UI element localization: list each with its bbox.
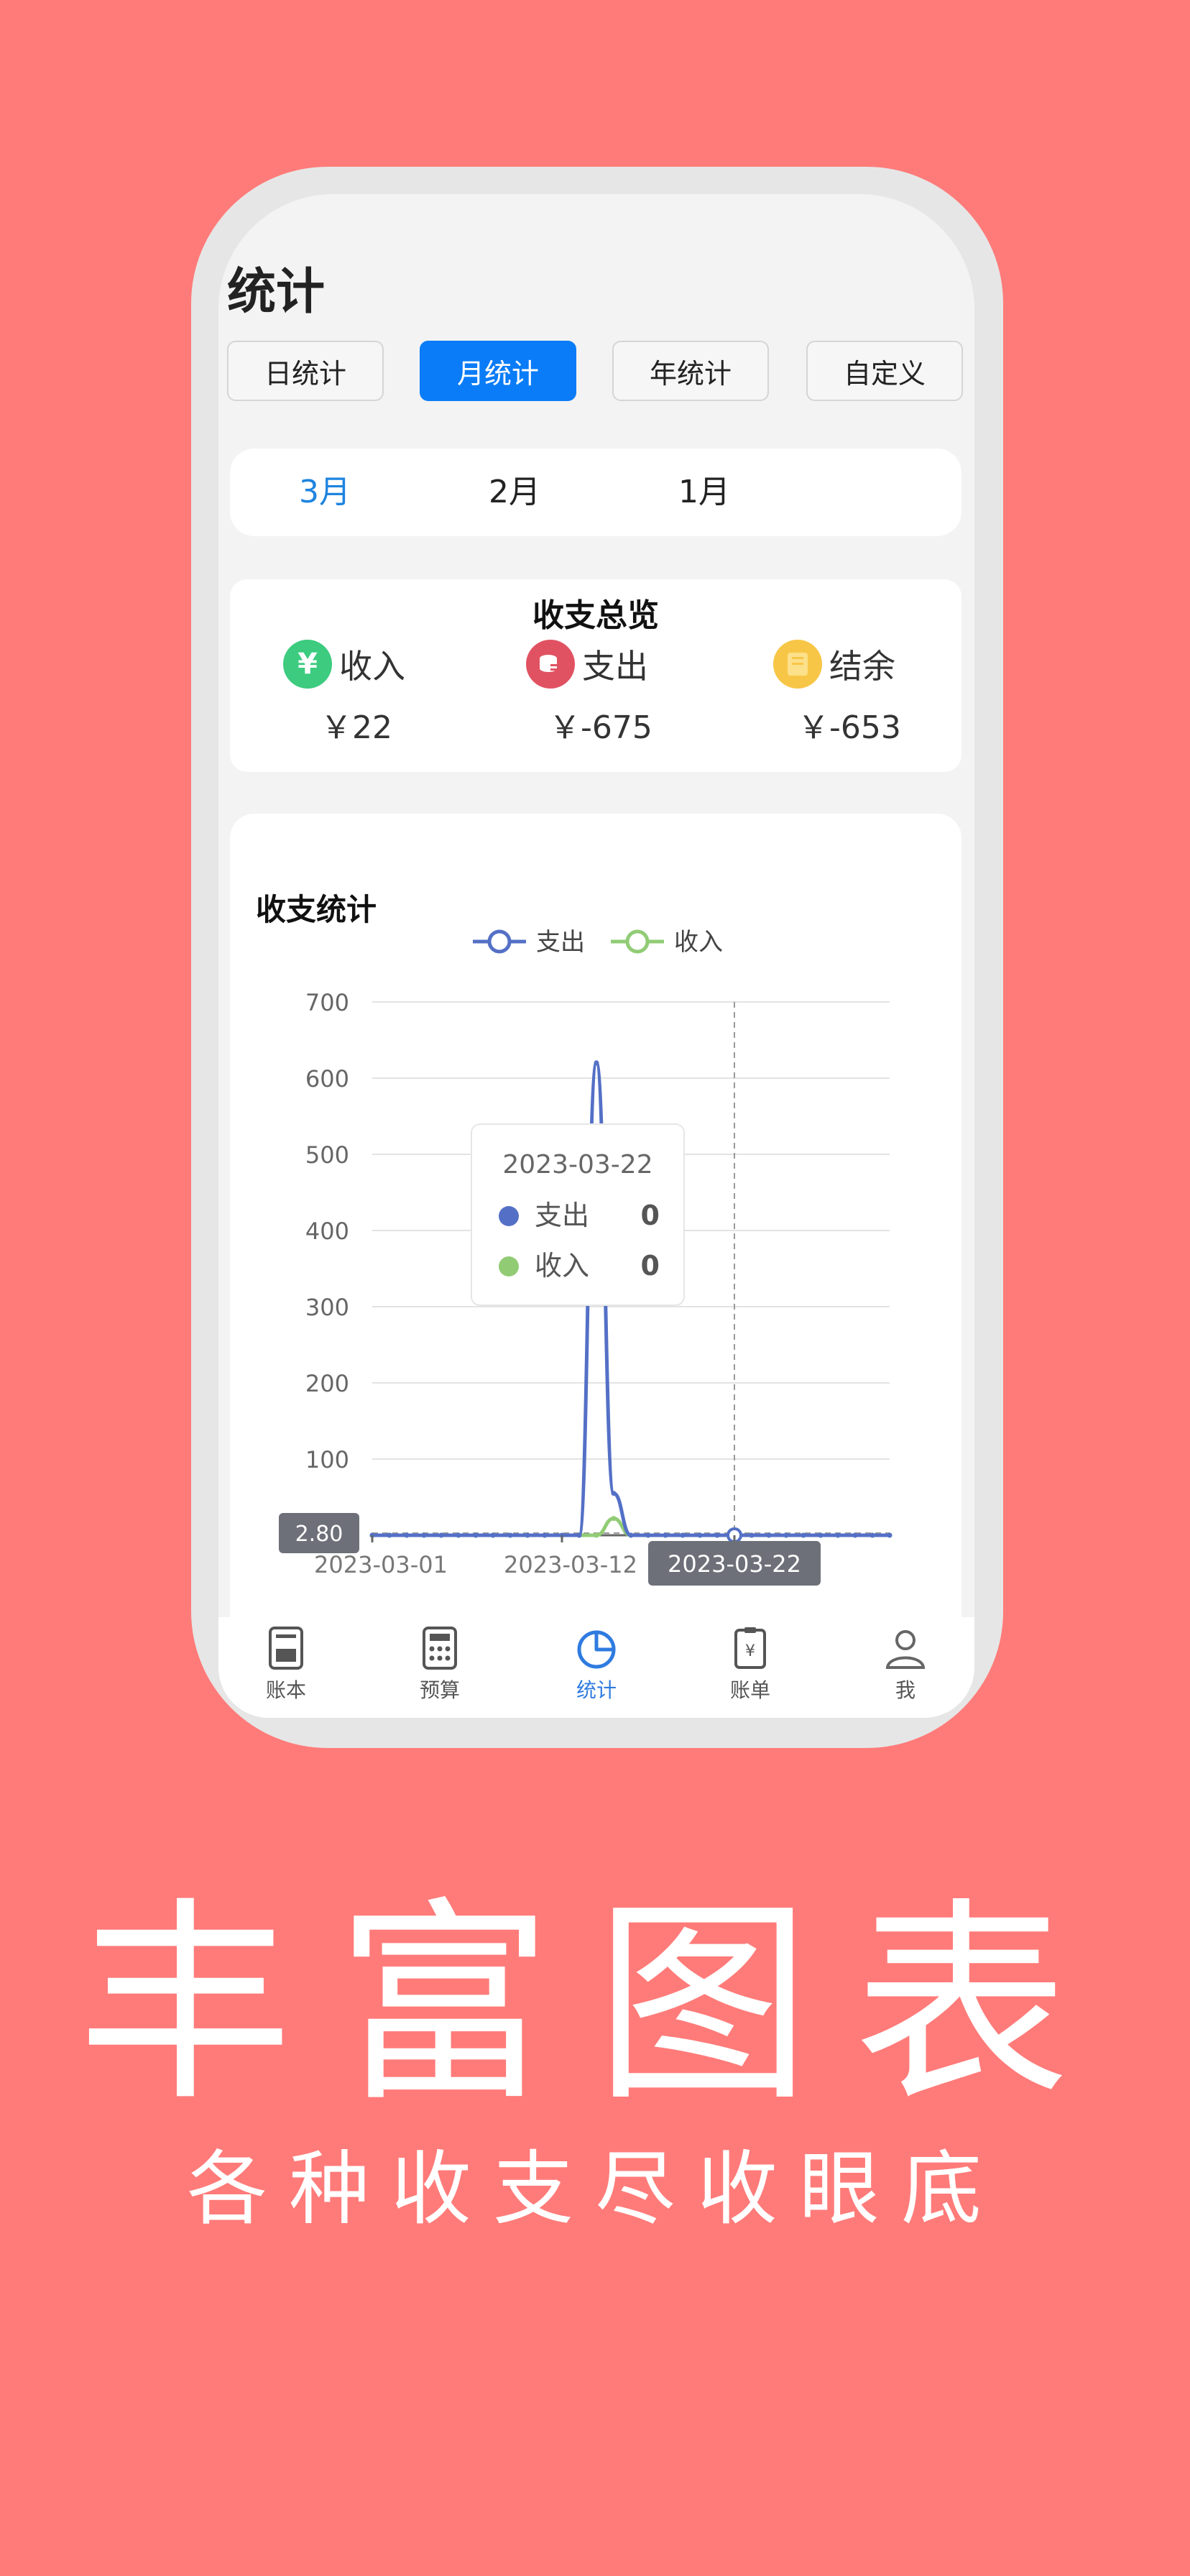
page-title: 统计 (227, 264, 326, 321)
user-icon (885, 1630, 926, 1669)
data-point[interactable] (490, 1532, 496, 1538)
chart-card: 收支统计 支出 收入 100 200 300 400 500 600 700 2023-03-01… (230, 814, 961, 1647)
ledger-icon (269, 1627, 303, 1670)
data-point[interactable] (421, 1532, 427, 1538)
tooltip-series-name: 收入 (535, 1250, 589, 1282)
data-point[interactable] (801, 1532, 806, 1538)
expense-summary: 支出 (526, 640, 648, 689)
data-point[interactable] (628, 1532, 634, 1538)
x-tick-label: 2023-03-01 (314, 1551, 448, 1578)
overview-card: 收支总览 ¥ 收入 ￥22 支出 ￥-675 结余 ￥-653 (230, 579, 961, 772)
balance-value: ￥-653 (798, 709, 901, 746)
wallet-icon (773, 640, 822, 689)
data-point[interactable] (835, 1532, 841, 1538)
tooltip-series-value: 0 (641, 1250, 660, 1282)
x-pointer-label: 2023-03-22 (668, 1550, 801, 1578)
data-point[interactable] (594, 1060, 599, 1066)
tooltip-series-value: 0 (641, 1200, 660, 1231)
month-item-march[interactable]: 3月 (299, 466, 351, 512)
coins-icon (526, 640, 575, 689)
app-screen: 统计 日统计 月统计 年统计 自定义 3月 2月 1月 收支总览 ¥ 收入 ￥2… (218, 194, 974, 1718)
tooltip-date: 2023-03-22 (502, 1150, 652, 1179)
expense-label: 支出 (582, 647, 648, 686)
data-point[interactable] (525, 1532, 530, 1538)
data-point[interactable] (714, 1532, 720, 1538)
data-point[interactable] (680, 1532, 686, 1538)
balance-label: 结余 (829, 647, 895, 686)
line-chart[interactable]: 支出 收入1002003004005006007002023-03-01 2023-… (230, 814, 961, 1647)
y-tick-label: 400 (305, 1218, 349, 1245)
tab-profile[interactable]: 我 (862, 1626, 949, 1703)
data-point[interactable] (542, 1532, 548, 1538)
overview-title: 收支总览 (532, 597, 659, 634)
data-point[interactable] (697, 1532, 703, 1538)
data-point[interactable] (404, 1532, 410, 1538)
legend-label-0[interactable]: 支出 (536, 928, 585, 957)
tab-budget[interactable]: 预算 (397, 1626, 483, 1703)
tooltip-series-name: 支出 (535, 1200, 589, 1231)
y-tick-label: 100 (305, 1446, 349, 1473)
y-tick-label: 700 (305, 989, 349, 1016)
promo-headline: 丰富图表 (78, 1880, 1112, 2130)
data-point[interactable] (576, 1532, 582, 1538)
data-point[interactable] (456, 1532, 461, 1538)
income-label: 收入 (339, 647, 405, 686)
tab-custom-stats[interactable]: 自定义 (806, 341, 963, 401)
y-tick-label: 500 (305, 1141, 349, 1169)
yen-icon: ¥ (283, 640, 332, 689)
bill-icon: ¥ (734, 1627, 766, 1669)
expense-value: ￥-675 (549, 709, 652, 746)
income-value: ￥22 (320, 709, 392, 746)
tab-ledger[interactable]: 账本 (243, 1626, 329, 1703)
legend-label-1[interactable]: 收入 (674, 928, 723, 957)
data-point[interactable] (473, 1532, 479, 1538)
bottom-tab-bar: 账本 预算 统计 ¥ 账单 我 (218, 1617, 974, 1718)
month-selector: 3月 2月 1月 (230, 448, 961, 536)
data-point[interactable] (611, 1491, 617, 1496)
y-tick-label: 300 (305, 1294, 349, 1321)
data-point[interactable] (594, 1532, 599, 1538)
x-tick-label: 2023-03-12 (504, 1551, 637, 1578)
data-point[interactable] (887, 1532, 892, 1538)
tooltip-marker (499, 1256, 519, 1276)
tab-daily-stats[interactable]: 日统计 (227, 341, 384, 401)
pie-chart-icon (577, 1630, 616, 1669)
data-point[interactable] (852, 1532, 858, 1538)
data-point[interactable] (611, 1516, 617, 1522)
tab-monthly-stats[interactable]: 月统计 (420, 341, 576, 401)
data-point[interactable] (766, 1532, 772, 1538)
svg-text:¥: ¥ (745, 1642, 755, 1660)
data-point[interactable] (783, 1532, 789, 1538)
month-item-january[interactable]: 1月 (678, 466, 730, 512)
tooltip-marker (499, 1206, 519, 1226)
y-tick-label: 200 (305, 1370, 349, 1397)
tab-statistics-label: 统计 (576, 1678, 617, 1702)
data-point[interactable] (438, 1532, 444, 1538)
tab-bills[interactable]: ¥ 账单 (707, 1626, 793, 1703)
tab-ledger-label: 账本 (265, 1678, 306, 1702)
tab-bills-label: 账单 (729, 1678, 770, 1702)
legend-marker-1[interactable] (625, 929, 650, 954)
balance-summary: 结余 (773, 640, 895, 689)
income-summary: ¥ 收入 (283, 640, 405, 689)
tab-yearly-stats[interactable]: 年统计 (612, 341, 769, 401)
data-point[interactable] (870, 1532, 875, 1538)
y-pointer-label: 2.80 (295, 1522, 343, 1547)
month-item-february[interactable]: 2月 (489, 466, 540, 512)
data-point[interactable] (663, 1532, 668, 1538)
calculator-icon (423, 1627, 457, 1670)
legend-marker-0[interactable] (487, 929, 512, 954)
data-point[interactable] (507, 1532, 513, 1538)
data-point[interactable] (645, 1532, 651, 1538)
data-point[interactable] (818, 1532, 824, 1538)
promo-subline: 各种收支尽收眼底 (187, 2143, 1003, 2236)
tab-budget-label: 预算 (419, 1678, 460, 1702)
tab-statistics[interactable]: 统计 (553, 1626, 640, 1703)
tab-profile-label: 我 (895, 1678, 915, 1702)
data-point[interactable] (387, 1532, 392, 1538)
y-tick-label: 600 (305, 1065, 349, 1092)
data-point[interactable] (749, 1532, 755, 1538)
